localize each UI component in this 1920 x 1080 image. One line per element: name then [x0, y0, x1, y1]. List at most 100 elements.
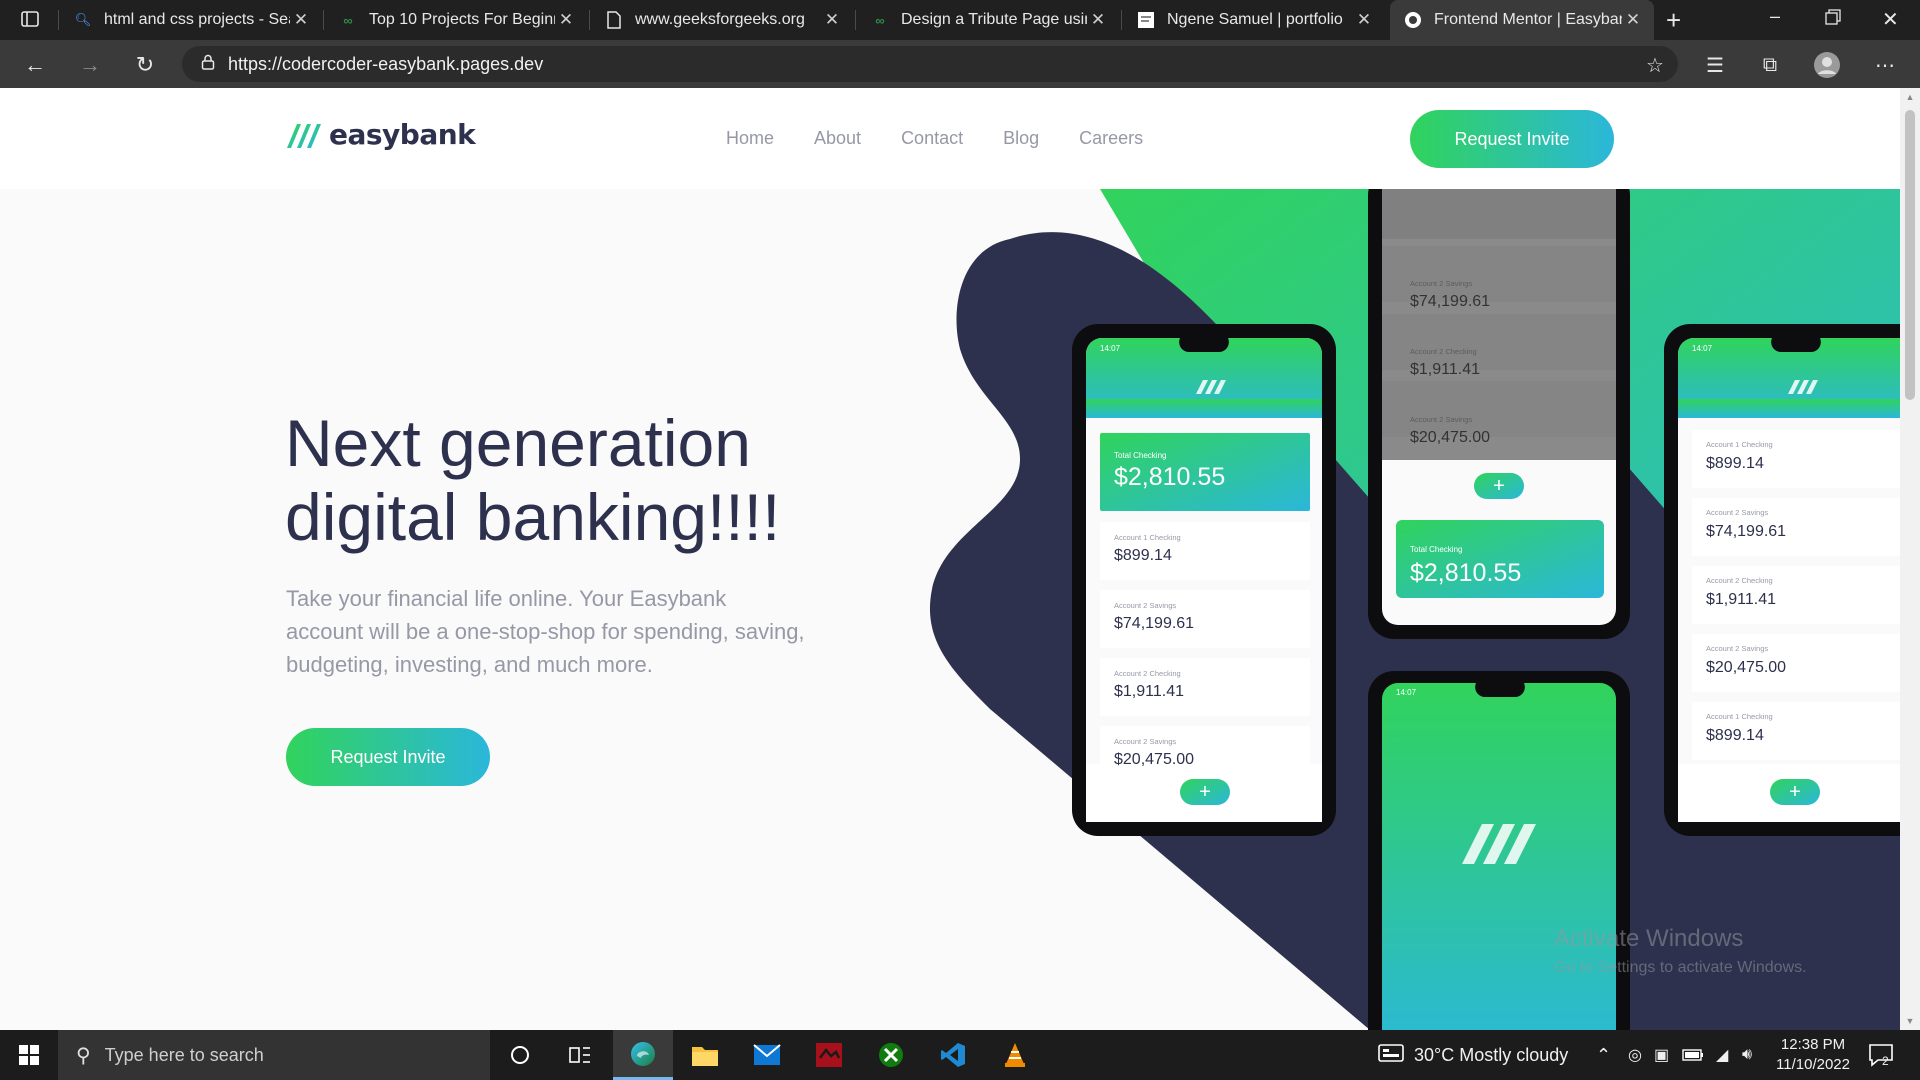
status-time: 14:07 [1692, 344, 1713, 353]
close-tab-icon[interactable]: ✕ [1622, 10, 1644, 30]
close-tab-icon[interactable]: ✕ [821, 10, 843, 30]
game-app-icon[interactable] [799, 1030, 859, 1080]
account-label: Account 1 Checking [1706, 440, 1773, 449]
cortana-icon[interactable] [490, 1030, 550, 1080]
tab-separator [58, 10, 59, 30]
add-favorite-icon[interactable]: ☆ [1640, 50, 1670, 80]
site-header: easybank Home About Contact Blog Careers… [0, 88, 1900, 189]
close-tab-icon[interactable]: ✕ [1087, 10, 1109, 30]
vlc-icon[interactable] [985, 1030, 1045, 1080]
minimize-icon[interactable]: – [1770, 6, 1780, 27]
tab-title: Frontend Mentor | Easybank [1434, 11, 1622, 28]
phone-left: + [1072, 324, 1336, 836]
account-value: $899.14 [1706, 455, 1764, 472]
account-label: Account 2 Checking [1706, 576, 1773, 585]
account-value: $1,911.41 [1114, 683, 1184, 700]
volume-icon[interactable]: 🔊︎ [1742, 1030, 1752, 1080]
edge-browser-icon[interactable] [613, 1030, 673, 1080]
gfg-icon: ∞ [875, 12, 885, 28]
tab-geeksforgeeks[interactable]: www.geeksforgeeks.org ✕ [591, 0, 853, 40]
tab-tribute-page[interactable]: ∞ Design a Tribute Page using ✕ [857, 0, 1119, 40]
close-window-icon[interactable]: ✕ [1882, 7, 1899, 32]
main-nav: Home About Contact Blog Careers [726, 128, 1183, 149]
tab-portfolio[interactable]: Ngene Samuel | portfolio ✕ [1123, 0, 1385, 40]
tab-gfg-projects[interactable]: ∞ Top 10 Projects For Beginne ✕ [325, 0, 587, 40]
hero-illustration: + + + 14:07 14:07 14:07 Total Checking $… [929, 189, 1900, 1030]
hero-title: Next generation digital banking!!!! [285, 406, 781, 554]
nav-home[interactable]: Home [726, 128, 774, 149]
notifications-icon[interactable]: 2 [1868, 1030, 1894, 1080]
page-scrollbar[interactable]: ▲ ▼ [1900, 88, 1920, 1030]
site-logo[interactable]: easybank [285, 118, 476, 151]
mail-icon[interactable] [737, 1030, 797, 1080]
account-value: $74,199.61 [1114, 615, 1194, 632]
windows-start-icon[interactable] [0, 1030, 58, 1080]
nav-about[interactable]: About [814, 128, 861, 149]
task-view-icon[interactable] [550, 1030, 610, 1080]
scroll-up-icon[interactable]: ▲ [1905, 92, 1915, 102]
account-value: $74,199.61 [1410, 293, 1490, 310]
account-value: $74,199.61 [1706, 523, 1786, 540]
total-checking-value: $2,810.55 [1114, 463, 1225, 491]
tab-title: Design a Tribute Page using [901, 11, 1087, 28]
restore-icon[interactable] [1825, 9, 1841, 30]
close-tab-icon[interactable]: ✕ [290, 10, 312, 30]
forward-icon[interactable]: → [75, 50, 105, 80]
account-value: $899.14 [1114, 547, 1172, 564]
wifi-icon[interactable]: ◢ [1716, 1030, 1728, 1080]
tab-actions-icon[interactable] [20, 9, 40, 34]
tab-search[interactable]: 🔍︎ html and css projects - Sear ✕ [60, 0, 322, 40]
nav-contact[interactable]: Contact [901, 128, 963, 149]
taskbar-search-input[interactable]: ⚲ Type here to search [58, 1030, 490, 1080]
new-tab-icon[interactable]: + [1666, 5, 1681, 36]
logo-text: easybank [329, 118, 476, 151]
url-field[interactable]: https://codercoder-easybank.pages.dev [182, 46, 1678, 82]
total-checking-label: Total Checking [1114, 451, 1166, 460]
more-menu-icon[interactable]: ⋯ [1870, 50, 1900, 80]
hero-request-invite-button[interactable]: Request Invite [286, 728, 490, 786]
browser-tab-bar: 🔍︎ html and css projects - Sear ✕ ∞ Top … [0, 0, 1920, 40]
close-tab-icon[interactable]: ✕ [555, 10, 577, 30]
account-value: $1,911.41 [1706, 591, 1776, 608]
scroll-down-icon[interactable]: ▼ [1905, 1016, 1915, 1026]
watermark-title: Activate Windows [1554, 925, 1744, 952]
vscode-icon[interactable] [923, 1030, 983, 1080]
tab-frontend-mentor[interactable]: Frontend Mentor | Easybank ✕ [1390, 0, 1654, 40]
nav-careers[interactable]: Careers [1079, 128, 1143, 149]
collections-icon[interactable]: ⧉ [1755, 50, 1785, 80]
tab-separator [323, 10, 324, 30]
show-hidden-icons[interactable]: ⌃ [1596, 1030, 1611, 1080]
favorites-icon[interactable]: ☰ [1700, 50, 1730, 80]
profile-avatar-icon[interactable] [1812, 50, 1842, 80]
search-icon: ⚲ [76, 1044, 91, 1067]
request-invite-button[interactable]: Request Invite [1410, 110, 1614, 168]
gfg-icon: ∞ [343, 12, 353, 28]
url-text: https://codercoder-easybank.pages.dev [228, 53, 544, 74]
system-clock[interactable]: 12:38 PM 11/10/2022 [1770, 1035, 1856, 1075]
lock-icon [188, 54, 228, 74]
svg-text:+: + [1493, 475, 1505, 497]
scrollbar-thumb[interactable] [1905, 110, 1915, 400]
close-tab-icon[interactable]: ✕ [1353, 10, 1375, 30]
account-label: Account 2 Savings [1114, 601, 1176, 610]
screen-icon[interactable]: ▣ [1654, 1030, 1669, 1080]
refresh-icon[interactable]: ↻ [130, 50, 160, 80]
total-checking-label: Total Checking [1410, 545, 1462, 554]
back-icon[interactable]: ← [20, 50, 50, 80]
xbox-icon[interactable] [861, 1030, 921, 1080]
svg-text:+: + [1199, 781, 1211, 803]
file-explorer-icon[interactable] [675, 1030, 735, 1080]
nav-blog[interactable]: Blog [1003, 128, 1039, 149]
meet-now-icon[interactable]: ◎ [1628, 1030, 1642, 1080]
weather-widget[interactable]: 30°C Mostly cloudy [1378, 1030, 1568, 1080]
tab-title: Ngene Samuel | portfolio [1167, 11, 1343, 28]
windows-taskbar: ⚲ Type here to search 30°C Mostly cloudy… [0, 1030, 1920, 1080]
search-placeholder: Type here to search [104, 1044, 264, 1065]
account-value: $20,475.00 [1706, 659, 1786, 676]
easybank-logo-icon [287, 123, 321, 148]
status-time: 14:07 [1100, 344, 1121, 353]
page-viewport: + + + 14:07 14:07 14:07 Total Checking $… [0, 88, 1900, 1030]
clock-date: 11/10/2022 [1776, 1056, 1850, 1073]
phone-right: + [1664, 324, 1900, 836]
battery-icon[interactable] [1682, 1030, 1704, 1080]
